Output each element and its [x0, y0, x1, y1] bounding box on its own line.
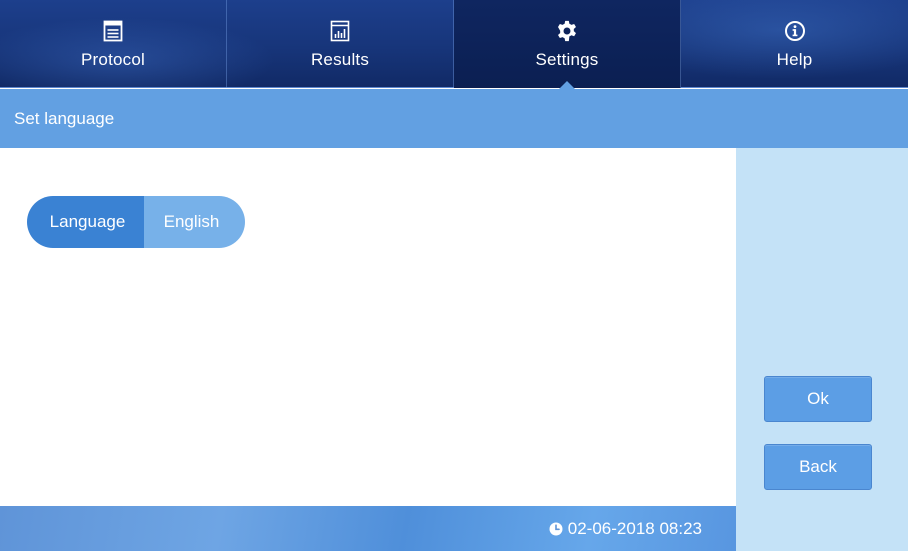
language-selector[interactable]: Language English — [27, 196, 245, 248]
tab-protocol[interactable]: Protocol — [0, 0, 227, 88]
back-button[interactable]: Back — [764, 444, 872, 490]
language-label: Language — [27, 196, 144, 248]
tab-settings[interactable]: Settings — [454, 0, 681, 89]
tab-settings-label: Settings — [535, 50, 599, 69]
datetime-display: 02-06-2018 08:23 — [549, 519, 702, 539]
tab-help-label: Help — [776, 50, 813, 69]
tab-help[interactable]: Help — [681, 0, 908, 88]
language-value[interactable]: English — [144, 196, 245, 248]
clock-icon — [549, 522, 563, 536]
top-navigation: Protocol Results Settings Help — [0, 0, 908, 89]
results-chart-icon — [329, 20, 351, 42]
side-panel: Ok Back — [736, 148, 908, 551]
gear-icon — [556, 20, 578, 42]
info-icon — [784, 20, 806, 42]
main-content: Language English — [0, 148, 736, 506]
protocol-icon — [102, 20, 124, 42]
tab-protocol-label: Protocol — [81, 50, 145, 69]
page-title: Set language — [14, 108, 115, 128]
page-title-bar: Set language — [0, 89, 908, 148]
datetime-text: 02-06-2018 08:23 — [567, 518, 702, 538]
tab-results[interactable]: Results — [227, 0, 454, 88]
status-footer: 02-06-2018 08:23 — [0, 506, 736, 551]
tab-results-label: Results — [310, 50, 370, 69]
ok-button[interactable]: Ok — [764, 376, 872, 422]
